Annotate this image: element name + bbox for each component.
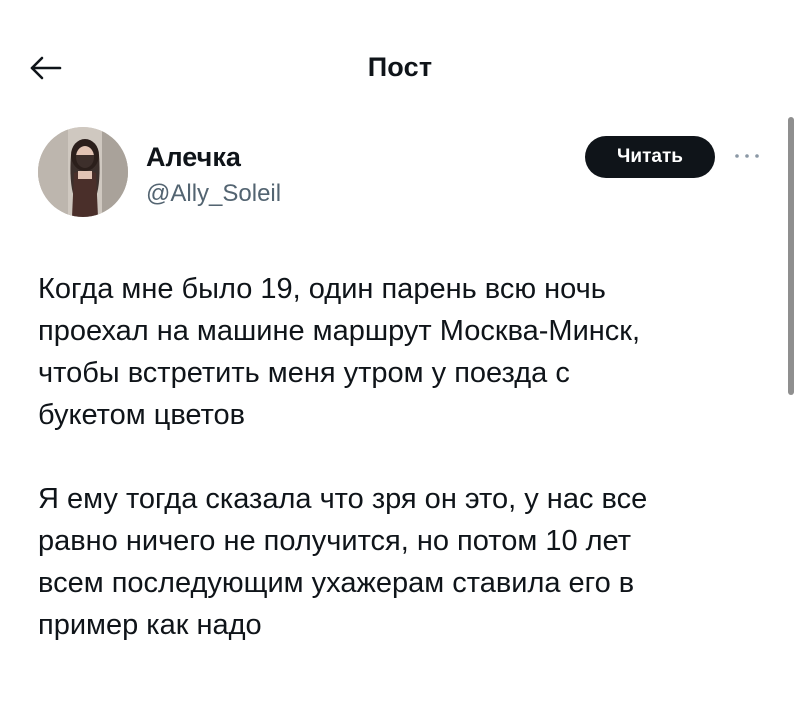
top-bar: Пост [0,0,800,120]
post-paragraph-2: Я ему тогда сказала что зря он это, у на… [38,483,648,641]
post-body: Когда мне было 19, один парень всю ночь … [38,268,778,646]
user-handle[interactable]: @Ally_Soleil [146,180,281,208]
avatar-photo [38,127,128,217]
page-title: Пост [367,52,433,82]
follow-button[interactable]: Читать [585,136,715,178]
post-paragraph-1: Когда мне было 19, один парень всю ночь … [38,273,641,431]
more-button[interactable] [732,148,762,164]
scrollbar[interactable] [788,117,794,395]
avatar[interactable] [38,127,128,217]
more-dots-icon [735,154,759,158]
user-name[interactable]: Алечка [146,142,241,173]
